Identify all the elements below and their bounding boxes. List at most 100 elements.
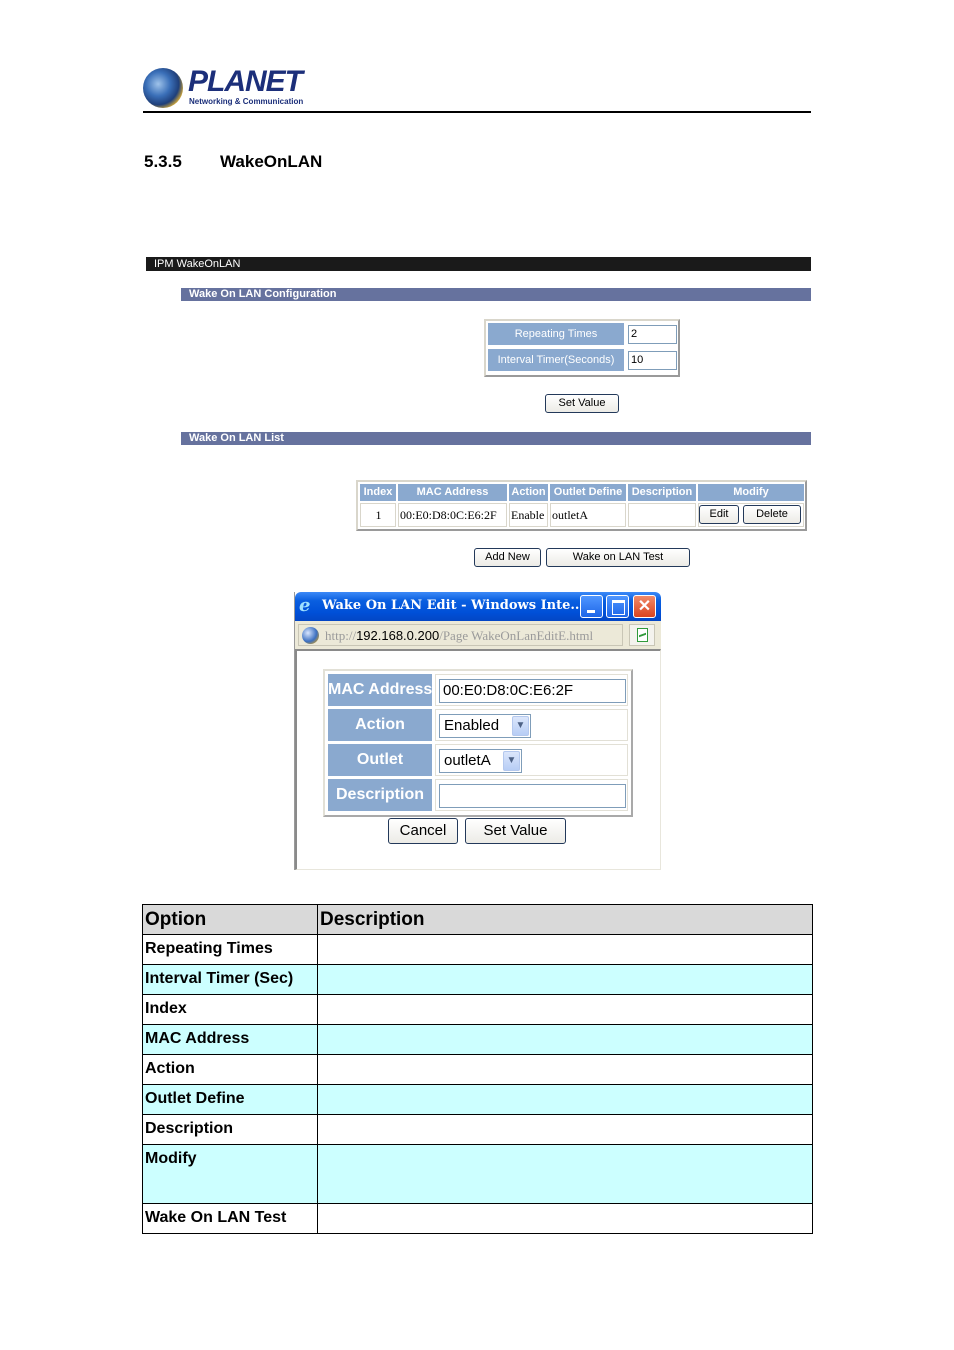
interval-timer-input[interactable]: 10 <box>628 351 677 370</box>
header-divider <box>143 111 811 113</box>
security-report-icon <box>637 628 648 642</box>
delete-button[interactable]: Delete <box>743 505 801 524</box>
outlet-cell: outletA ▼ <box>435 744 628 776</box>
cell-action: Enable <box>509 503 548 527</box>
option-cell: Repeating Times <box>142 934 318 965</box>
option-cell: Index <box>142 994 318 1025</box>
table-row: MAC Address <box>142 1024 813 1055</box>
description-cell <box>317 1024 813 1055</box>
url-host: 192.168.0.200 <box>356 628 440 643</box>
header-description: Description <box>317 904 813 935</box>
popup-titlebar[interactable]: e Wake On LAN Edit - Windows Inte... ✕ <box>295 592 661 621</box>
action-select[interactable]: Enabled ▼ <box>439 714 531 738</box>
edit-row-action: Action Enabled ▼ <box>328 709 630 741</box>
section-heading: 5.3.5 WakeOnLAN <box>144 152 322 172</box>
table-header-row: Option Description <box>142 904 813 935</box>
url-field[interactable]: http://192.168.0.200/Page WakeOnLanEditE… <box>298 624 623 646</box>
option-cell: Action <box>142 1054 318 1085</box>
table-row: Repeating Times <box>142 934 813 965</box>
option-cell: Outlet Define <box>142 1084 318 1115</box>
description-input[interactable] <box>439 784 626 808</box>
description-cell <box>317 1203 813 1234</box>
planet-logo: PLANET Networking & Communication <box>143 66 303 110</box>
description-cell <box>317 1144 813 1204</box>
minimize-button[interactable] <box>580 595 603 618</box>
header-option: Option <box>142 904 318 935</box>
page-globe-icon <box>302 627 319 644</box>
description-cell <box>317 934 813 965</box>
internet-explorer-icon: e <box>299 595 311 616</box>
description-cell <box>317 1084 813 1115</box>
edit-form-table: MAC Address 00:E0:D8:0C:E6:2F Action Ena… <box>323 669 633 817</box>
popup-title: Wake On LAN Edit - Windows Inte... <box>322 598 584 613</box>
col-header-description: Description <box>628 484 696 501</box>
option-cell: Wake On LAN Test <box>142 1203 318 1234</box>
url-path: /Page WakeOnLanEditE.html <box>439 628 594 643</box>
popup-set-value-button[interactable]: Set Value <box>465 818 566 844</box>
description-cell <box>435 779 628 811</box>
list-section-bar: Wake On LAN List <box>181 432 811 445</box>
table-row: Interval Timer (Sec) <box>142 964 813 995</box>
section-title: WakeOnLAN <box>220 152 323 171</box>
brand-tagline: Networking & Communication <box>189 97 304 106</box>
table-row: Outlet Define <box>142 1084 813 1115</box>
edit-button[interactable]: Edit <box>699 505 739 524</box>
cell-mac: 00:E0:D8:0C:E6:2F <box>398 503 507 527</box>
table-row: Modify <box>142 1144 813 1204</box>
outlet-label: Outlet <box>328 744 432 776</box>
wol-list-table: Index MAC Address Action Outlet Define D… <box>356 480 807 531</box>
maximize-button[interactable] <box>606 595 629 618</box>
config-set-value-button[interactable]: Set Value <box>545 394 619 413</box>
close-button[interactable]: ✕ <box>633 595 656 618</box>
config-table: Repeating Times 2 Interval Timer(Seconds… <box>484 319 680 377</box>
col-header-outlet: Outlet Define <box>550 484 626 501</box>
table-row: Wake On LAN Test <box>142 1203 813 1234</box>
mac-address-input[interactable]: 00:E0:D8:0C:E6:2F <box>439 679 626 703</box>
col-header-action: Action <box>509 484 548 501</box>
option-cell: Modify <box>142 1144 318 1204</box>
edit-row-description: Description <box>328 779 630 811</box>
option-description-table: Option Description Repeating Times Inter… <box>142 904 813 1234</box>
edit-row-mac: MAC Address 00:E0:D8:0C:E6:2F <box>328 674 630 706</box>
repeating-times-input[interactable]: 2 <box>628 325 677 344</box>
chevron-down-icon[interactable]: ▼ <box>512 716 529 736</box>
action-cell: Enabled ▼ <box>435 709 628 741</box>
edit-row-outlet: Outlet outletA ▼ <box>328 744 630 776</box>
panel-title-bar: IPM WakeOnLAN <box>146 257 811 271</box>
description-cell <box>317 1114 813 1145</box>
cancel-button[interactable]: Cancel <box>388 818 458 844</box>
description-cell <box>317 964 813 995</box>
col-header-mac: MAC Address <box>398 484 507 501</box>
outlet-select[interactable]: outletA ▼ <box>439 749 522 773</box>
close-icon: ✕ <box>637 598 652 615</box>
add-new-button[interactable]: Add New <box>474 548 541 567</box>
table-row: Description <box>142 1114 813 1145</box>
brand-name: PLANET <box>188 65 303 98</box>
url-prefix: http:// <box>325 628 357 643</box>
url-text: http://192.168.0.200/Page WakeOnLanEditE… <box>325 628 593 644</box>
col-header-index: Index <box>360 484 396 501</box>
description-cell <box>317 994 813 1025</box>
globe-logo-icon <box>143 68 183 108</box>
col-header-modify: Modify <box>698 484 804 501</box>
chevron-down-icon[interactable]: ▼ <box>503 751 520 771</box>
option-cell: Description <box>142 1114 318 1145</box>
interval-timer-label: Interval Timer(Seconds) <box>488 349 624 371</box>
action-label: Action <box>328 709 432 741</box>
security-report-button[interactable] <box>629 624 655 646</box>
action-select-value: Enabled <box>444 717 500 734</box>
description-label: Description <box>328 779 432 811</box>
address-bar: http://192.168.0.200/Page WakeOnLanEditE… <box>295 621 661 649</box>
mac-address-label: MAC Address <box>328 674 432 706</box>
section-number: 5.3.5 <box>144 152 182 171</box>
cell-index: 1 <box>360 503 396 527</box>
outlet-select-value: outletA <box>444 752 491 769</box>
repeating-times-label: Repeating Times <box>488 323 624 345</box>
wake-on-lan-test-button[interactable]: Wake on LAN Test <box>546 548 690 567</box>
cell-description <box>628 503 696 527</box>
option-cell: Interval Timer (Sec) <box>142 964 318 995</box>
table-row: Action <box>142 1054 813 1085</box>
description-cell <box>317 1054 813 1085</box>
option-cell: MAC Address <box>142 1024 318 1055</box>
mac-address-cell: 00:E0:D8:0C:E6:2F <box>435 674 628 706</box>
